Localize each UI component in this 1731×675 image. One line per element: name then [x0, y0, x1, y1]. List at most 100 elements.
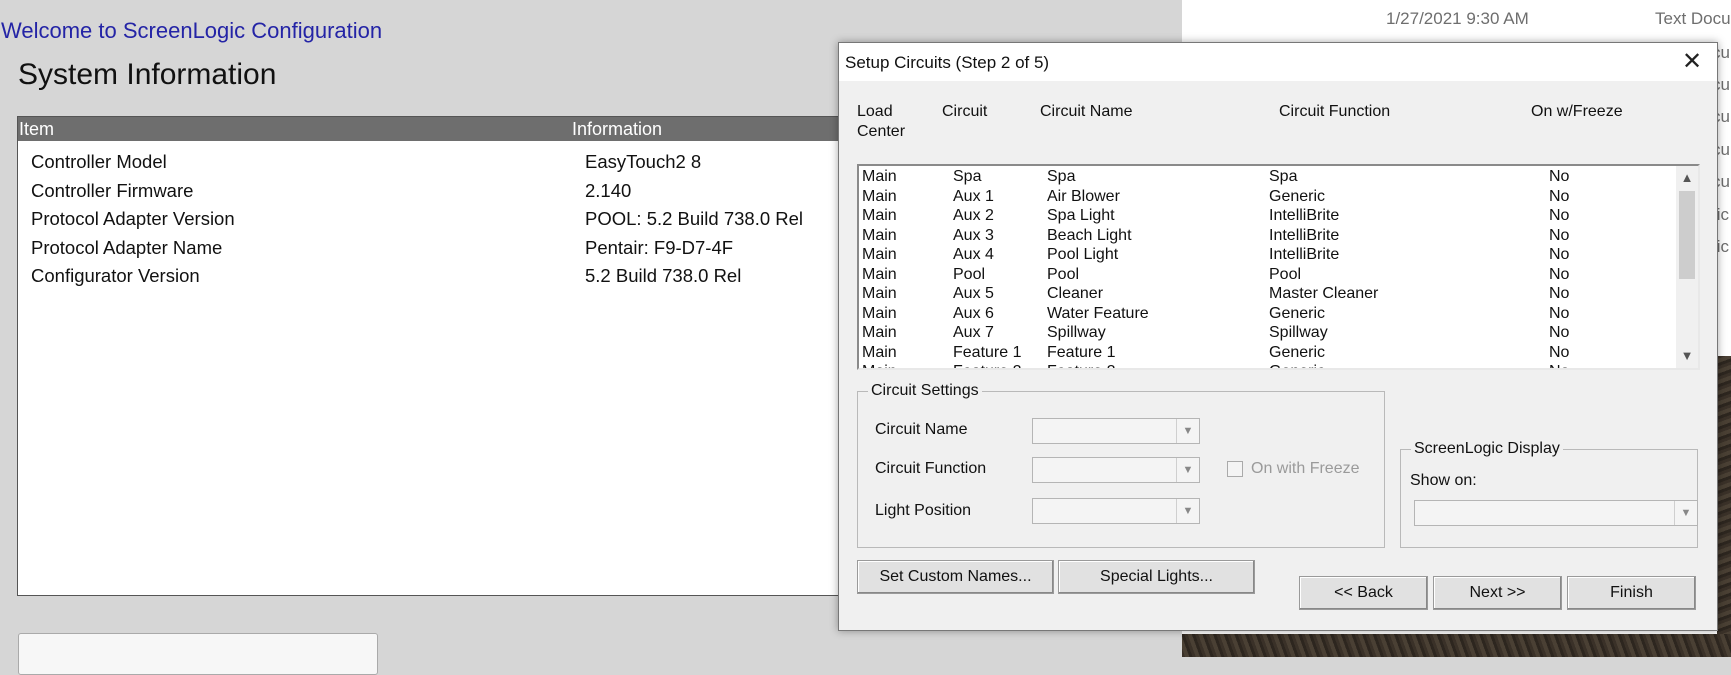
circuit-cell: Spa [953, 168, 982, 185]
circuit-row[interactable]: Main Feature 2 Feature 2 Generic No [859, 362, 1679, 368]
circuit-settings-group: Circuit Settings Circuit Name ▼ Circuit … [857, 382, 1385, 548]
circuit-cell: Aux 4 [953, 246, 994, 263]
circuit-function-cell: IntelliBrite [1269, 246, 1340, 263]
column-header-item: Item [19, 119, 55, 139]
circuit-cell: Aux 3 [953, 226, 994, 244]
dialog-title: Setup Circuits (Step 2 of 5) [845, 53, 1050, 72]
circuit-name-cell: Air Blower [1047, 187, 1120, 205]
on-with-freeze-cell: No [1549, 343, 1570, 361]
light-position-combo[interactable]: ▼ [1032, 498, 1200, 524]
on-with-freeze-cell: No [1549, 207, 1570, 224]
circuit-cell: Aux 1 [953, 187, 994, 205]
circuit-cell: Feature 2 [953, 362, 1021, 368]
info-item-label: Protocol Adapter Version [31, 208, 235, 229]
load-center-cell: Main [862, 246, 897, 263]
circuit-row[interactable]: Main Aux 3 Beach Light IntelliBrite No [859, 226, 1679, 246]
on-with-freeze-cell: No [1549, 324, 1570, 341]
circuit-row[interactable]: Main Aux 7 Spillway Spillway No [859, 323, 1679, 343]
circuit-name-cell: Spa Light [1047, 207, 1115, 224]
column-header-load-center: Load Center [857, 103, 906, 140]
circuit-function-cell: IntelliBrite [1269, 226, 1340, 244]
screenlogic-display-legend: ScreenLogic Display [1411, 440, 1563, 458]
circuit-function-cell: Pool [1269, 265, 1302, 283]
background-button[interactable] [18, 633, 378, 675]
close-icon[interactable]: ✕ [1677, 47, 1707, 77]
circuit-name-cell: Feature 2 [1047, 362, 1115, 368]
show-on-combo[interactable]: ▼ [1414, 500, 1698, 526]
on-with-freeze-cell: No [1549, 285, 1570, 302]
on-with-freeze-cell: No [1549, 362, 1569, 368]
circuit-name-combo[interactable]: ▼ [1032, 418, 1200, 444]
circuit-cell: Aux 2 [953, 207, 994, 224]
circuit-name-cell: Pool Light [1047, 246, 1119, 263]
circuits-list-scrollbar[interactable]: ▲ ▼ [1676, 166, 1698, 368]
load-center-cell: Main [862, 343, 897, 361]
circuit-cell: Pool [953, 265, 986, 283]
circuit-name-cell: Spa [1047, 168, 1076, 185]
info-item-label: Controller Model [31, 151, 167, 172]
column-header-on-with-freeze: On w/Freeze [1531, 103, 1623, 120]
load-center-cell: Main [862, 324, 897, 341]
circuit-settings-legend: Circuit Settings [868, 382, 982, 400]
scrollbar-thumb[interactable] [1679, 191, 1695, 279]
load-center-cell: Main [862, 285, 897, 302]
on-with-freeze-checkbox[interactable] [1227, 461, 1243, 477]
circuit-row[interactable]: Main Aux 6 Water Feature Generic No [859, 304, 1679, 324]
finish-button[interactable]: Finish [1567, 576, 1696, 610]
next-button[interactable]: Next >> [1433, 576, 1562, 610]
load-center-cell: Main [862, 226, 897, 244]
scroll-down-icon[interactable]: ▼ [1676, 346, 1698, 366]
back-button[interactable]: << Back [1299, 576, 1428, 610]
circuit-name-cell: Beach Light [1047, 226, 1132, 244]
circuit-function-cell: Generic [1269, 362, 1325, 368]
circuit-function-combo[interactable]: ▼ [1032, 457, 1200, 483]
info-item-value: Pentair: F9-D7-4F [585, 236, 734, 258]
circuit-row[interactable]: Main Spa Spa Spa No [859, 167, 1679, 187]
light-position-label: Light Position [875, 502, 972, 519]
info-item-label: Protocol Adapter Name [31, 236, 223, 258]
circuit-name-cell: Pool [1047, 265, 1080, 283]
dialog-titlebar: Setup Circuits (Step 2 of 5) ✕ [839, 43, 1717, 81]
column-header-circuit-name: Circuit Name [1040, 103, 1133, 120]
show-on-label: Show on: [1410, 472, 1477, 489]
load-center-cell: Main [862, 265, 897, 283]
file-modified-date: 1/27/2021 9:30 AM [1386, 9, 1529, 28]
circuit-function-cell: Generic [1269, 187, 1326, 205]
circuit-function-label: Circuit Function [875, 460, 987, 477]
circuit-function-cell: Spillway [1269, 324, 1328, 341]
circuit-function-cell: Spa [1269, 168, 1298, 185]
load-center-cell: Main [862, 187, 897, 205]
on-with-freeze-cell: No [1549, 246, 1570, 263]
load-center-cell: Main [862, 362, 897, 368]
circuit-function-cell: Master Cleaner [1269, 285, 1379, 302]
circuit-name-cell: Water Feature [1047, 304, 1149, 322]
info-item-value: EasyTouch2 8 [585, 151, 702, 172]
set-custom-names-button[interactable]: Set Custom Names... [857, 560, 1054, 594]
circuit-cell: Feature 1 [953, 343, 1022, 361]
circuit-row[interactable]: Main Feature 1 Feature 1 Generic No [859, 343, 1679, 363]
desktop-background-strip [1717, 356, 1731, 656]
circuit-row[interactable]: Main Aux 1 Air Blower Generic No [859, 187, 1679, 207]
info-item-label: Configurator Version [31, 265, 200, 286]
circuit-name-cell: Cleaner [1047, 285, 1104, 302]
info-item-value: 5.2 Build 738.0 Rel [585, 265, 742, 286]
load-center-cell: Main [862, 168, 897, 185]
on-with-freeze-cell: No [1549, 265, 1570, 283]
circuits-list[interactable]: Main Spa Spa Spa No Main Aux 1 Air Blower Generi… [857, 164, 1700, 370]
page-title: System Information [18, 58, 277, 91]
circuit-cell: Aux 6 [953, 304, 994, 322]
load-center-cell: Main [862, 207, 897, 224]
on-with-freeze-cell: No [1549, 226, 1570, 244]
load-center-cell: Main [862, 304, 897, 322]
column-header-information: Information [572, 119, 663, 139]
circuit-row[interactable]: Main Aux 5 Cleaner Master Cleaner No [859, 284, 1679, 304]
scroll-up-icon[interactable]: ▲ [1676, 168, 1698, 188]
chevron-down-icon: ▼ [1176, 458, 1199, 482]
circuit-row[interactable]: Main Aux 4 Pool Light IntelliBrite No [859, 245, 1679, 265]
circuit-name-label: Circuit Name [875, 421, 968, 438]
circuit-row[interactable]: Main Aux 2 Spa Light IntelliBrite No [859, 206, 1679, 226]
circuit-name-cell: Feature 1 [1047, 343, 1116, 361]
on-with-freeze-label: On with Freeze [1251, 460, 1360, 477]
circuit-row[interactable]: Main Pool Pool Pool No [859, 265, 1679, 285]
special-lights-button[interactable]: Special Lights... [1058, 560, 1255, 594]
